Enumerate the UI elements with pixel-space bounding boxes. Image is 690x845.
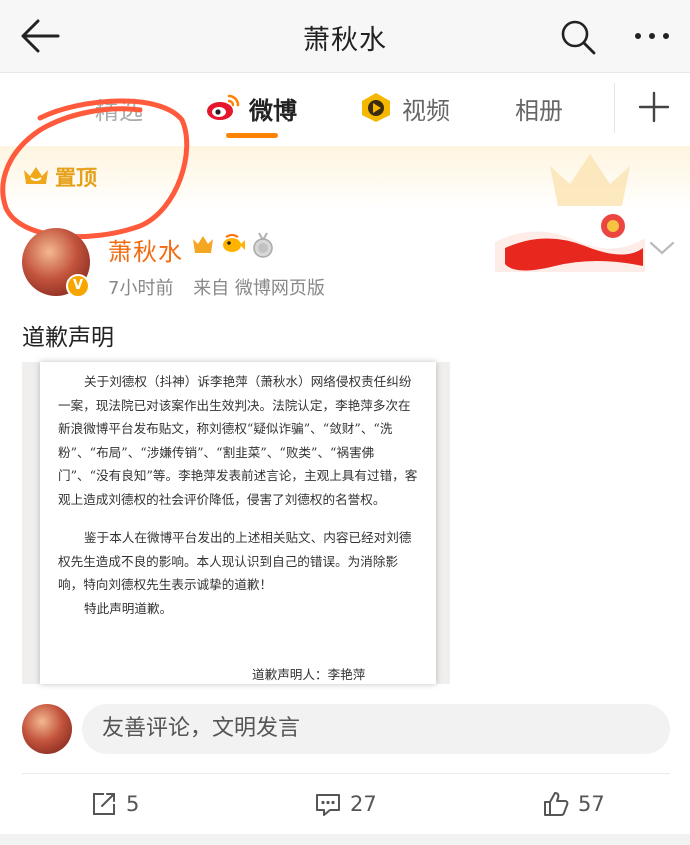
post-image[interactable]: 关于刘德权（抖神）诉李艳萍（萧秋水）网络侵权责任纠纷一案，现法院已对该案作出生效… — [22, 362, 450, 684]
document-signature: 道歉声明人：李艳萍 — [252, 667, 366, 682]
pinned-label: 置顶 — [55, 166, 97, 190]
more-horizontal-icon[interactable] — [630, 20, 674, 52]
document-page: 关于刘德权（抖神）诉李艳萍（萧秋水）网络侵权责任纠纷一案，现法院已对该案作出生效… — [40, 362, 436, 684]
active-tab-indicator — [226, 133, 278, 138]
post-text: 道歉声明 — [22, 325, 114, 351]
comment-count: 27 — [350, 792, 377, 816]
thumbs-up-icon — [544, 792, 569, 816]
action-bar: 5 27 57 — [0, 776, 690, 834]
video-icon — [362, 93, 390, 122]
divider — [614, 83, 615, 133]
crown-icon — [24, 167, 48, 184]
repost-count: 5 — [126, 792, 140, 816]
search-icon[interactable] — [558, 17, 598, 57]
comment-row: 友善评论，文明发言 — [0, 700, 690, 760]
user-avatar[interactable] — [22, 704, 72, 754]
tab-label: 精选 — [95, 97, 143, 125]
tab-label: 相册 — [515, 97, 563, 125]
pinned-banner: 置顶 — [0, 146, 690, 210]
divider — [22, 773, 670, 774]
verified-badge: V — [66, 274, 90, 298]
crown-decoration-icon — [550, 154, 630, 206]
gold-crown-badge-icon[interactable] — [190, 232, 216, 258]
weibo-logo-icon — [207, 94, 240, 120]
tab-label: 视频 — [402, 97, 450, 125]
author-avatar[interactable]: V — [22, 228, 90, 298]
post-source: 来自 微博网页版 — [193, 278, 325, 299]
fish-badge-icon[interactable] — [220, 232, 246, 258]
tab-label: 微博 — [249, 97, 297, 125]
comment-icon — [316, 794, 340, 816]
silver-medal-badge-icon[interactable] — [250, 232, 276, 258]
post-meta: 7小时前 来自 微博网页版 — [108, 274, 339, 300]
top-bar: 萧秋水 — [0, 0, 690, 73]
document-paragraph: 特此声明道歉。 — [84, 601, 173, 616]
repost-icon — [93, 793, 115, 815]
plus-icon[interactable] — [632, 85, 676, 129]
profile-tabs: 精选 微博 视频 相册 — [0, 73, 690, 145]
bottom-strip — [0, 834, 690, 845]
like-count: 57 — [578, 792, 605, 816]
document-paragraph: 鉴于本人在微博平台发出的上述相关贴文、内容已经对刘德权先生造成不良的影响。本人现… — [58, 530, 412, 592]
post-time: 7小时前 — [108, 278, 174, 299]
document-paragraph: 关于刘德权（抖神）诉李艳萍（萧秋水）网络侵权责任纠纷一案，现法院已对该案作出生效… — [58, 374, 418, 507]
chevron-down-icon[interactable] — [648, 238, 676, 258]
author-name[interactable]: 萧秋水 — [108, 232, 183, 267]
flag-decoration-icon — [495, 214, 645, 272]
comment-input[interactable]: 友善评论，文明发言 — [82, 704, 670, 754]
